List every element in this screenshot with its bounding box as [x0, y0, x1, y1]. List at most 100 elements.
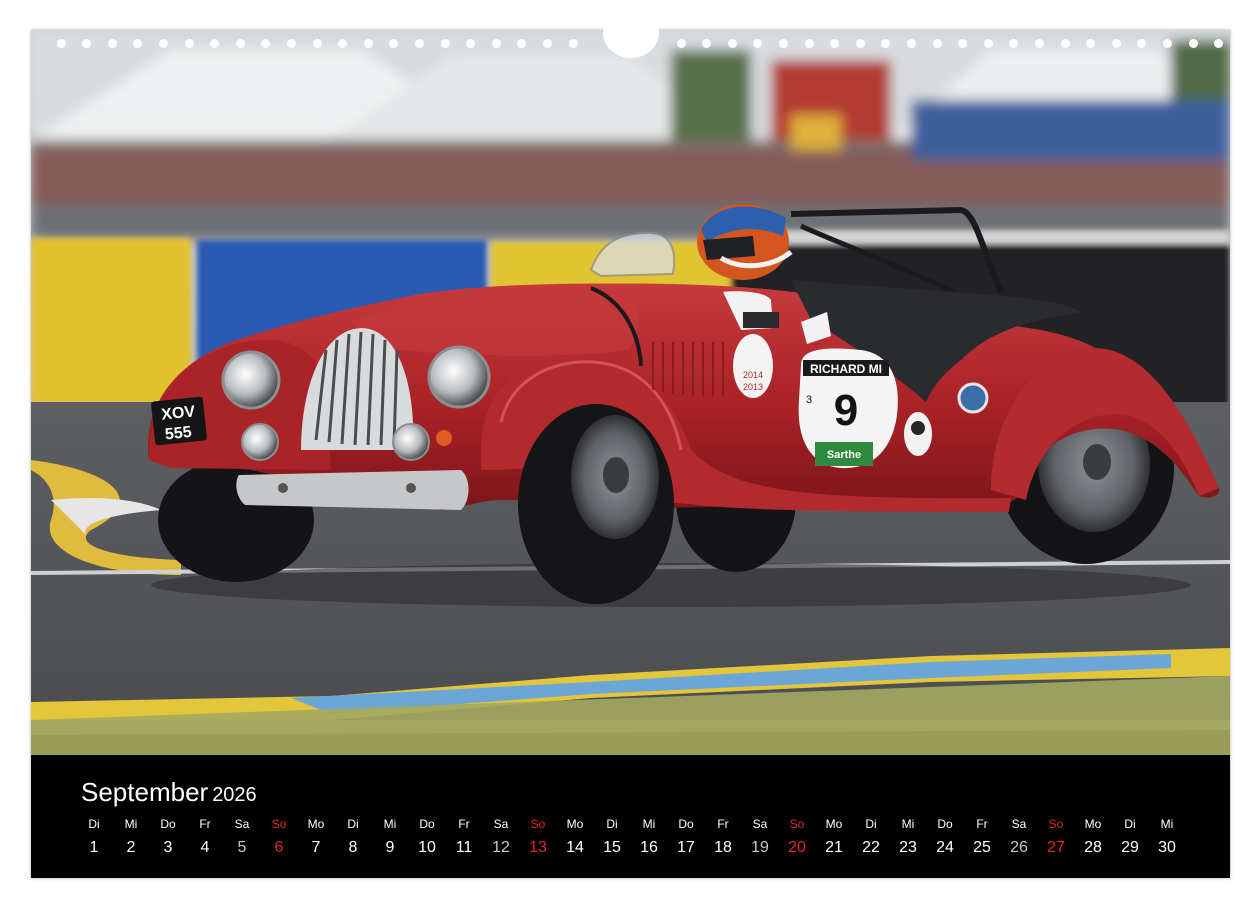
hanger-cutout	[603, 8, 659, 58]
date-number: 30	[1158, 839, 1176, 856]
binding-hole	[491, 39, 501, 48]
date-number: 26	[1010, 839, 1028, 856]
date-number: 28	[1084, 839, 1102, 856]
binding-hole	[414, 39, 424, 48]
binding-hole	[1111, 39, 1121, 48]
date-row: 1 2 3 4 5 6 7 8 9 10 11 12 13 14 15 16 17 18 19 20 21 22 23 24 2…	[31, 839, 1230, 859]
binding-hole	[958, 39, 968, 48]
svg-text:9: 9	[834, 386, 858, 435]
weekday-label: Mi	[1160, 817, 1174, 831]
binding-hole	[676, 39, 686, 48]
weekday-label: Di	[865, 817, 877, 831]
weekday-label: Do	[678, 817, 694, 831]
race-number-roundel: RICHARD MI 9 3 Sarthe	[798, 348, 898, 469]
weekday-label: Mi	[901, 817, 915, 831]
weekday-label: Mi	[124, 817, 138, 831]
date-number: 9	[385, 839, 395, 856]
date-number: 15	[603, 839, 621, 856]
binding-hole	[261, 39, 271, 48]
binding-hole	[1034, 39, 1044, 48]
binding-hole	[983, 39, 993, 48]
weekday-label: Di	[606, 817, 618, 831]
date-number: 20	[788, 839, 806, 856]
weekday-label: Sa	[752, 817, 768, 831]
binding-hole	[568, 39, 578, 48]
weekday-label: Do	[160, 817, 176, 831]
month-year: 2026	[212, 784, 257, 806]
weekday-label: Mo	[1084, 817, 1102, 831]
date-number: 21	[825, 839, 843, 856]
date-number: 1	[89, 839, 99, 856]
binding-hole	[727, 39, 737, 48]
binding-hole	[210, 39, 220, 48]
binding-hole	[338, 39, 348, 48]
weekday-label: Do	[419, 817, 435, 831]
binding-hole	[1162, 39, 1172, 48]
date-number: 6	[274, 839, 284, 856]
binding-hole	[881, 39, 891, 48]
date-number: 4	[200, 839, 210, 856]
binding-hole	[107, 39, 117, 48]
binding-hole	[389, 39, 399, 48]
date-number: 5	[237, 839, 247, 856]
weekday-label: Fr	[458, 817, 470, 831]
weekday-label: Sa	[1011, 817, 1027, 831]
binding-hole	[855, 39, 865, 48]
date-number: 23	[899, 839, 917, 856]
binding-hole	[184, 39, 194, 48]
binding-hole	[906, 39, 916, 48]
weekday-label: Di	[347, 817, 359, 831]
binding-hole	[82, 39, 92, 48]
binding-hole	[56, 39, 66, 48]
binding-hole	[932, 39, 942, 48]
weekday-label: Fr	[717, 817, 729, 831]
weekday-label: Fr	[199, 817, 211, 831]
binding-hole	[1086, 39, 1096, 48]
binding-hole	[235, 39, 245, 48]
binding-hole	[466, 39, 476, 48]
weekday-label: So	[789, 817, 805, 831]
binding-hole	[517, 39, 527, 48]
weekday-label: Sa	[493, 817, 509, 831]
date-number: 2	[126, 839, 136, 856]
binding-hole	[312, 39, 322, 48]
svg-text:RICHARD MI: RICHARD MI	[810, 362, 882, 376]
date-number: 18	[714, 839, 732, 856]
svg-text:Sarthe: Sarthe	[827, 449, 861, 461]
binding-hole	[778, 39, 788, 48]
weekday-row: Di Mi Do Fr Sa So Mo Di Mi Do Fr Sa So Mo Di Mi Do Fr Sa So…	[31, 817, 1230, 837]
weekday-label: So	[271, 817, 287, 831]
weekday-label: Mi	[383, 817, 397, 831]
binding-hole	[1214, 39, 1224, 48]
race-car-photo: XOV 555 RICHARD MI 9 3 Sarthe 2014 2013	[31, 30, 1230, 755]
month-name: September	[81, 777, 209, 807]
date-number: 7	[311, 839, 321, 856]
date-number: 3	[163, 839, 173, 856]
date-number: 11	[455, 839, 473, 856]
weekday-label: Di	[1124, 817, 1136, 831]
date-number: 27	[1047, 839, 1065, 856]
weekday-label: Di	[88, 817, 100, 831]
date-number: 19	[751, 839, 769, 856]
binding-hole	[363, 39, 373, 48]
date-number: 13	[529, 839, 547, 856]
svg-text:XOV: XOV	[161, 403, 197, 423]
weekday-label: Do	[937, 817, 953, 831]
binding-hole	[1009, 39, 1019, 48]
binding-hole	[440, 39, 450, 48]
binding-hole	[133, 39, 143, 48]
date-number: 12	[492, 839, 510, 856]
date-number: 17	[677, 839, 695, 856]
weekday-label: Mo	[307, 817, 325, 831]
binding-hole	[158, 39, 168, 48]
date-number: 16	[640, 839, 658, 856]
binding-hole	[542, 39, 552, 48]
date-number: 29	[1121, 839, 1139, 856]
binding-hole	[1188, 39, 1198, 48]
spiral-binding	[31, 8, 1230, 58]
weekday-label: So	[1048, 817, 1064, 831]
binding-hole	[702, 39, 712, 48]
weekday-label: Mo	[825, 817, 843, 831]
svg-text:2013: 2013	[743, 382, 763, 392]
date-number: 8	[348, 839, 358, 856]
